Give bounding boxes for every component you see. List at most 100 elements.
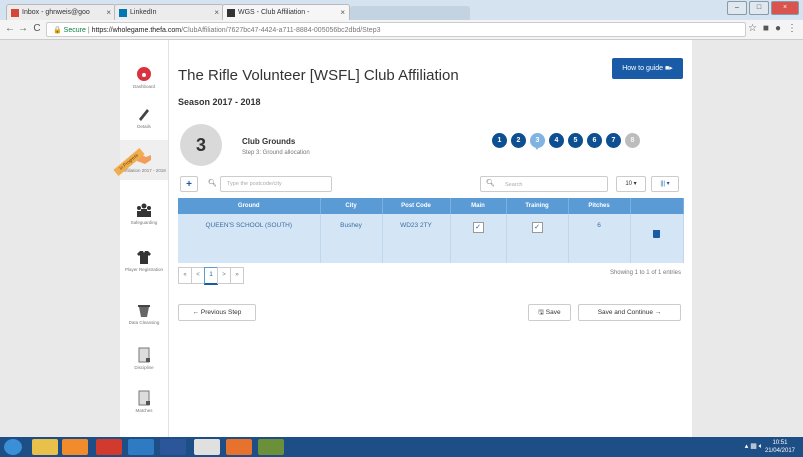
gmail-icon — [11, 9, 19, 17]
clock[interactable]: 10:51 21/04/2017 — [765, 439, 795, 455]
step-dot-6[interactable]: 6 — [587, 133, 602, 148]
step-dot-3[interactable]: 3 — [530, 133, 545, 150]
sidebar-item-label: Affiliation 2017 - 2018 — [122, 168, 166, 173]
search-icon: 🔍︎ — [486, 180, 495, 187]
url-host: https://wholegame.thefa.com — [91, 27, 182, 34]
url-field[interactable]: 🔒 Secure | https://wholegame.thefa.com/C… — [46, 22, 746, 37]
chrome-icon[interactable] — [194, 439, 220, 455]
excel-icon[interactable] — [258, 439, 284, 455]
acrobat-icon[interactable] — [96, 439, 122, 455]
step-dot-8: 8 — [625, 133, 640, 148]
postcode-search-input[interactable]: Type the postcode/city — [220, 176, 332, 192]
search-placeholder: Search — [505, 182, 523, 188]
main-content: The Rifle Volunteer [WSFL] Club Affiliat… — [178, 40, 684, 437]
people-icon — [137, 203, 151, 217]
last-page-button[interactable]: » — [230, 267, 244, 284]
reload-icon[interactable]: C — [31, 23, 43, 34]
grounds-table: Ground City Post Code Main Training Pitc… — [178, 198, 684, 263]
tray-icons[interactable]: ▴ ▦ 🔈︎ — [745, 442, 763, 451]
col-header-ground[interactable]: Ground — [178, 198, 321, 214]
col-header-training[interactable]: Training — [506, 198, 569, 214]
back-icon[interactable]: ← — [4, 23, 16, 34]
pencil-icon — [139, 109, 149, 121]
sidebar-item-label: Data Cleansing — [128, 320, 160, 325]
tab-gmail[interactable]: Inbox - ghnweis@goo × — [6, 4, 116, 20]
table-search-input[interactable]: 🔍︎ Search — [480, 176, 608, 192]
media-icon[interactable] — [62, 439, 88, 455]
document-icon — [138, 390, 150, 406]
sidebar-item-label: Details — [137, 124, 151, 129]
cell-city: Bushey — [320, 214, 383, 263]
main-checkbox[interactable]: ✓ — [472, 222, 484, 233]
shirt-icon — [137, 251, 151, 264]
explorer-icon[interactable] — [32, 439, 58, 455]
sidebar-item-player-registration[interactable]: Player Registration — [120, 249, 168, 272]
step-dot-7[interactable]: 7 — [606, 133, 621, 148]
tab-wgs[interactable]: WGS - Club Affiliation - × — [222, 4, 350, 20]
opera-icon[interactable]: ● — [775, 23, 781, 34]
save-and-continue-button[interactable]: Save and Continue → — [578, 304, 681, 321]
ie-icon[interactable] — [128, 439, 154, 455]
next-page-button[interactable]: > — [217, 267, 231, 284]
sidebar-item-data-cleansing[interactable]: Data Cleansing — [120, 302, 168, 325]
menu-icon[interactable]: ⋮ — [787, 23, 797, 34]
step-dot-1[interactable]: 1 — [492, 133, 507, 148]
extension-icon[interactable]: ■ — [763, 23, 769, 34]
table-row[interactable]: QUEEN'S SCHOOL (SOUTH) Bushey WD23 2TY ✓… — [178, 214, 684, 263]
forward-icon[interactable]: → — [17, 23, 29, 34]
col-header-city[interactable]: City — [320, 198, 383, 214]
page-size-select[interactable]: 10 ▾ — [616, 176, 646, 192]
start-icon[interactable] — [4, 439, 22, 455]
step-dot-2[interactable]: 2 — [511, 133, 526, 148]
tab-label: WGS - Club Affiliation - — [238, 9, 310, 16]
step-number-badge: 3 — [180, 124, 222, 166]
cell-main: ✓ — [450, 214, 507, 263]
maximize-icon[interactable]: □ — [749, 1, 769, 15]
add-ground-button[interactable]: + — [180, 176, 198, 192]
close-icon[interactable]: × — [340, 5, 345, 20]
step-dot-4[interactable]: 4 — [549, 133, 564, 148]
close-icon[interactable]: × — [214, 5, 219, 20]
training-checkbox[interactable]: ✓ — [531, 222, 543, 233]
season-label: Season 2017 - 2018 — [178, 97, 261, 107]
sidebar-item-label: Safeguarding — [130, 220, 158, 225]
col-header-main[interactable]: Main — [450, 198, 507, 214]
bucket-icon — [138, 305, 150, 317]
search-icon: 🔍︎ — [208, 180, 217, 187]
tab-label: LinkedIn — [130, 9, 157, 16]
close-icon[interactable]: × — [106, 5, 111, 20]
trash-icon[interactable] — [653, 230, 660, 238]
sidebar-item-safeguarding[interactable]: Safeguarding — [120, 202, 168, 225]
tab-linkedin[interactable]: LinkedIn × — [114, 4, 224, 20]
page-1-button[interactable]: 1 — [204, 267, 218, 285]
how-to-guide-button[interactable]: How to guide ■▸ — [612, 58, 683, 79]
new-tab-area[interactable] — [350, 6, 470, 20]
cell-actions — [630, 214, 684, 263]
sidebar-item-label: Player Registration — [124, 267, 164, 272]
window-controls: – □ × — [727, 1, 799, 15]
chevron-down-icon: ▾ — [666, 181, 670, 187]
first-page-button[interactable]: « — [178, 267, 192, 284]
col-header-postcode[interactable]: Post Code — [382, 198, 451, 214]
columns-toggle-button[interactable]: ||| ▾ — [651, 176, 679, 192]
minimize-icon[interactable]: – — [727, 1, 747, 15]
col-header-pitches[interactable]: Pitches — [568, 198, 631, 214]
star-icon[interactable]: ☆ — [748, 23, 757, 34]
word-icon[interactable] — [160, 439, 186, 455]
cell-ground: QUEEN'S SCHOOL (SOUTH) — [178, 214, 321, 263]
secure-label: Secure — [63, 27, 86, 34]
previous-step-button[interactable]: ← Previous Step — [178, 304, 256, 321]
window-close-icon[interactable]: × — [771, 1, 799, 15]
sidebar-item-matches[interactable]: Matches — [120, 390, 168, 413]
prev-page-button[interactable]: < — [191, 267, 205, 284]
sidebar-item-details[interactable]: Details — [120, 106, 168, 129]
office-icon[interactable] — [226, 439, 252, 455]
how-to-label: How to guide — [622, 65, 664, 72]
lock-icon: 🔒 — [53, 27, 62, 34]
step-dot-5[interactable]: 5 — [568, 133, 583, 148]
save-button[interactable]: 🖫 Save — [528, 304, 571, 321]
document-icon — [138, 347, 150, 363]
sidebar-item-dashboard[interactable]: Dashboard — [120, 66, 168, 89]
cell-pitches: 6 — [568, 214, 631, 263]
sidebar-item-discipline[interactable]: Discipline — [120, 347, 168, 370]
